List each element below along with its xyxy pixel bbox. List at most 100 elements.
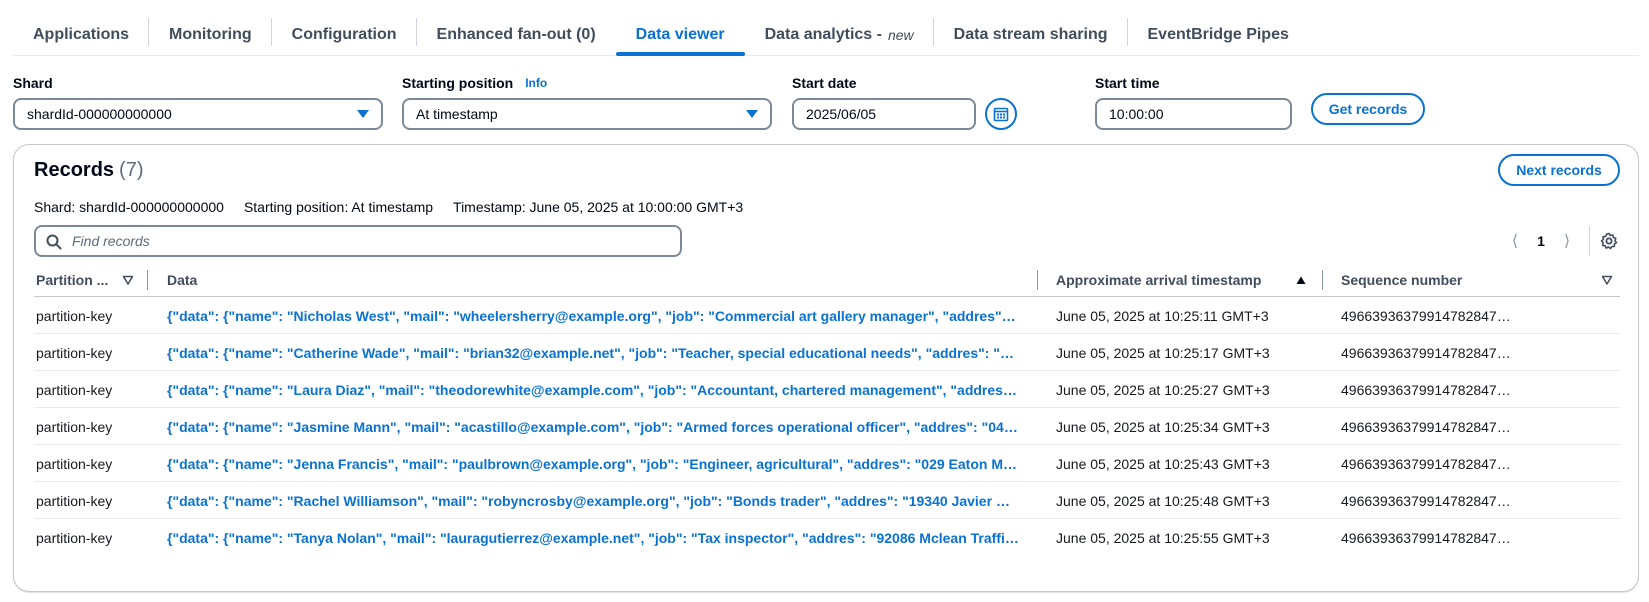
tab-data-analytics[interactable]: Data analytics - new [745, 14, 934, 55]
calendar-button[interactable] [985, 98, 1017, 130]
starting-position-label: Starting position Info [402, 74, 772, 92]
partition-value: partition-key [36, 455, 113, 472]
arrival-value: June 05, 2025 at 10:25:11 GMT+3 [1056, 307, 1269, 324]
partition-value: partition-key [36, 344, 113, 361]
data-link[interactable]: {"data": {"name": "Tanya Nolan", "mail":… [167, 530, 1019, 546]
find-records-input[interactable]: Find records [34, 225, 682, 257]
data-link[interactable]: {"data": {"name": "Rachel Williamson", "… [167, 493, 1019, 509]
sequence-value: 49663936379914782847… [1341, 529, 1511, 546]
shard-field: Shard shardId-000000000000 [13, 74, 383, 130]
table-row: partition-key {"data": {"name": "Rachel … [34, 482, 1620, 519]
info-link[interactable]: Info [525, 76, 547, 90]
start-date-value: 2025/06/05 [806, 106, 877, 122]
settings-icon[interactable] [1600, 232, 1618, 250]
sequence-value: 49663936379914782847… [1341, 307, 1511, 324]
records-count: (7) [119, 159, 144, 181]
tab-data-stream-sharing[interactable]: Data stream sharing [934, 14, 1128, 55]
arrival-cell: June 05, 2025 at 10:25:48 GMT+3 [1056, 482, 1316, 519]
start-date-input[interactable]: 2025/06/05 [792, 98, 976, 130]
data-cell[interactable]: {"data": {"name": "Catherine Wade", "mai… [167, 334, 1019, 371]
sequence-cell: 49663936379914782847… [1341, 408, 1617, 445]
data-cell[interactable]: {"data": {"name": "Rachel Williamson", "… [167, 482, 1019, 519]
data-cell[interactable]: {"data": {"name": "Jasmine Mann", "mail"… [167, 408, 1019, 445]
partition-value: partition-key [36, 418, 113, 435]
new-badge: new [887, 26, 914, 43]
meta-position: Starting position: At timestamp [243, 199, 434, 215]
sequence-value: 49663936379914782847… [1341, 418, 1511, 435]
tab-eventbridge-pipes[interactable]: EventBridge Pipes [1128, 14, 1309, 55]
table-row: partition-key {"data": {"name": "Tanya N… [34, 519, 1620, 556]
data-cell[interactable]: {"data": {"name": "Jenna Francis", "mail… [167, 445, 1019, 482]
partition-cell: partition-key [36, 445, 146, 482]
data-link[interactable]: {"data": {"name": "Nicholas West", "mail… [167, 308, 1019, 324]
starting-position-value: At timestamp [416, 106, 498, 122]
column-sequence-label: Sequence number [1341, 272, 1463, 288]
page-number[interactable]: 1 [1527, 233, 1555, 249]
tab-label: Data stream sharing [953, 25, 1108, 43]
shard-select[interactable]: shardId-000000000000 [13, 98, 383, 130]
starting-position-select[interactable]: At timestamp [402, 98, 772, 130]
meta-timestamp: Timestamp: June 05, 2025 at 10:00:00 GMT… [453, 199, 744, 215]
sequence-cell: 49663936379914782847… [1341, 371, 1617, 408]
records-title: Records (7) [34, 159, 143, 182]
column-arrival[interactable]: Approximate arrival timestamp [1038, 263, 1323, 297]
data-link[interactable]: {"data": {"name": "Jenna Francis", "mail… [167, 456, 1019, 472]
shard-value: shardId-000000000000 [27, 106, 172, 122]
partition-cell: partition-key [36, 482, 146, 519]
caret-down-icon [357, 110, 369, 118]
tab-label: Monitoring [169, 25, 252, 43]
tab-configuration[interactable]: Configuration [272, 14, 417, 55]
data-cell[interactable]: {"data": {"name": "Laura Diaz", "mail": … [167, 371, 1019, 408]
chevron-left-icon[interactable]: ⟨ [1503, 231, 1527, 251]
tab-label: Enhanced fan-out (0) [436, 25, 596, 43]
sort-icon [122, 275, 134, 285]
sequence-value: 49663936379914782847… [1341, 381, 1511, 398]
column-sequence[interactable]: Sequence number [1323, 263, 1620, 297]
column-partition-label: Partition ... [36, 272, 109, 288]
data-link[interactable]: {"data": {"name": "Laura Diaz", "mail": … [167, 382, 1019, 398]
search-icon [46, 234, 62, 250]
column-data[interactable]: Data [148, 263, 1038, 297]
pagination: ⟨ 1 ⟩ [1503, 225, 1618, 257]
data-link[interactable]: {"data": {"name": "Catherine Wade", "mai… [167, 345, 1019, 361]
arrival-cell: June 05, 2025 at 10:25:55 GMT+3 [1056, 519, 1316, 556]
start-time-input[interactable]: 10:00:00 [1095, 98, 1292, 130]
arrival-value: June 05, 2025 at 10:25:55 GMT+3 [1056, 529, 1270, 546]
sequence-value: 49663936379914782847… [1341, 492, 1511, 509]
tab-label: Data viewer [635, 25, 725, 43]
start-time-field: Start time 10:00:00 [1095, 74, 1425, 130]
arrival-cell: June 05, 2025 at 10:25:43 GMT+3 [1056, 445, 1316, 482]
pager-divider [1589, 226, 1590, 256]
records-meta: Shard: shardId-000000000000 Starting pos… [34, 199, 743, 215]
data-cell[interactable]: {"data": {"name": "Nicholas West", "mail… [167, 297, 1019, 334]
sequence-cell: 49663936379914782847… [1341, 482, 1617, 519]
partition-cell: partition-key [36, 297, 146, 334]
partition-value: partition-key [36, 492, 113, 509]
get-records-button[interactable]: Get records [1311, 93, 1425, 125]
tab-monitoring[interactable]: Monitoring [149, 14, 272, 55]
tab-label: EventBridge Pipes [1147, 25, 1289, 43]
gear-icon [1600, 232, 1618, 250]
column-partition[interactable]: Partition ... [34, 263, 148, 297]
tab-enhanced-fan-out[interactable]: Enhanced fan-out (0) [417, 14, 616, 55]
data-cell[interactable]: {"data": {"name": "Tanya Nolan", "mail":… [167, 519, 1019, 556]
sequence-cell: 49663936379914782847… [1341, 519, 1617, 556]
records-table: Partition ... Data Approximate arrival t… [34, 263, 1620, 556]
tab-data-viewer[interactable]: Data viewer [615, 14, 745, 56]
partition-cell: partition-key [36, 408, 146, 445]
start-date-field: Start date 2025/06/05 [792, 74, 1022, 130]
next-records-button[interactable]: Next records [1498, 154, 1620, 186]
data-link[interactable]: {"data": {"name": "Jasmine Mann", "mail"… [167, 419, 1019, 435]
tab-label: Applications [33, 25, 130, 43]
table-header: Partition ... Data Approximate arrival t… [34, 263, 1620, 297]
start-time-value: 10:00:00 [1109, 106, 1164, 122]
table-row: partition-key {"data": {"name": "Catheri… [34, 334, 1620, 371]
chevron-right-icon[interactable]: ⟩ [1555, 231, 1579, 251]
arrival-value: June 05, 2025 at 10:25:27 GMT+3 [1056, 381, 1270, 398]
starting-position-label-text: Starting position [402, 75, 514, 91]
tab-applications[interactable]: Applications [13, 14, 150, 55]
partition-value: partition-key [36, 307, 113, 324]
arrival-value: June 05, 2025 at 10:25:43 GMT+3 [1056, 455, 1270, 472]
partition-cell: partition-key [36, 334, 146, 371]
sequence-value: 49663936379914782847… [1341, 455, 1511, 472]
